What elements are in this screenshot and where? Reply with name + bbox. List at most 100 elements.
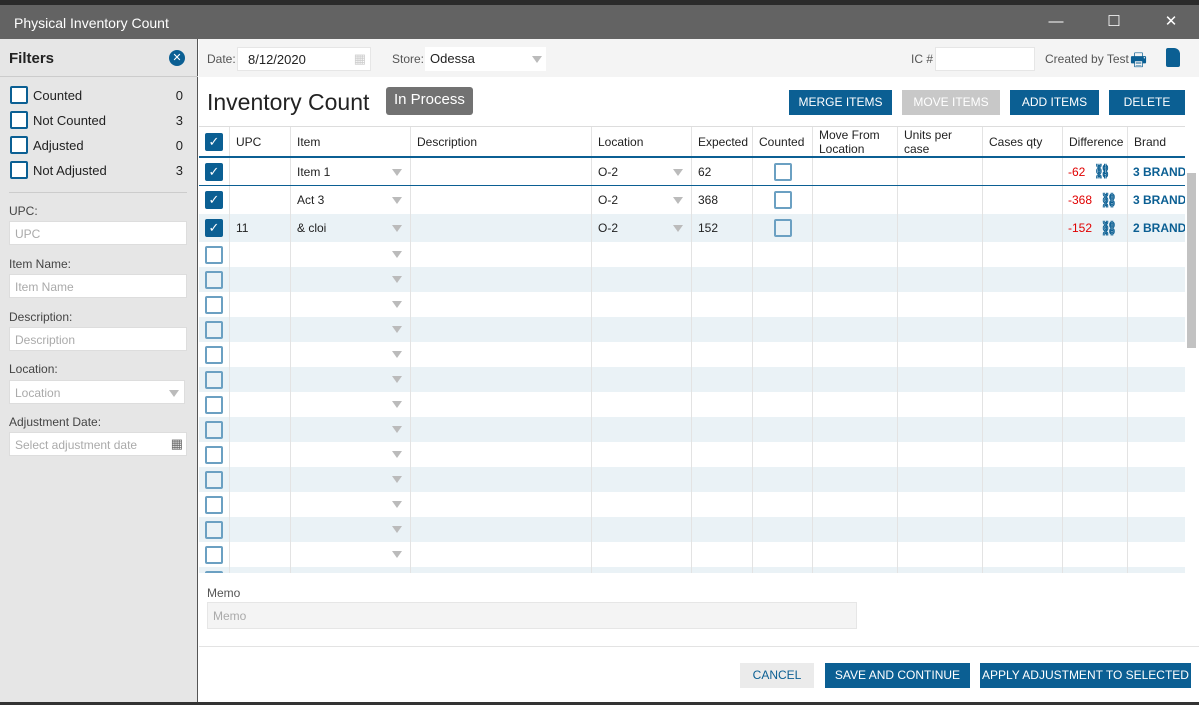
column-header[interactable]: Brand <box>1127 127 1185 156</box>
brand-cell[interactable]: 3 BRAND <box>1127 186 1185 214</box>
row-checkbox[interactable] <box>205 570 223 573</box>
location-select[interactable]: Location <box>9 380 185 404</box>
empty-cell[interactable] <box>290 317 410 342</box>
counted-cell[interactable] <box>752 186 812 214</box>
add-items-button[interactable]: ADD ITEMS <box>1010 90 1099 115</box>
adjustment-date-input[interactable]: Select adjustment date ▦ <box>9 432 187 456</box>
column-header[interactable]: UPC <box>229 127 290 156</box>
empty-cell[interactable] <box>290 342 410 367</box>
column-header[interactable]: Cases qty <box>982 127 1062 156</box>
row-select[interactable] <box>199 267 229 292</box>
column-header[interactable]: Units per case <box>897 127 982 156</box>
row-select[interactable] <box>199 342 229 367</box>
row-checkbox[interactable] <box>205 445 223 464</box>
scrollbar-thumb[interactable] <box>1187 173 1196 348</box>
column-header[interactable]: Counted <box>752 127 812 156</box>
row-checkbox[interactable] <box>205 470 223 489</box>
header-select[interactable]: ✓ <box>199 127 229 156</box>
row-checkbox[interactable] <box>205 545 223 564</box>
row-select[interactable] <box>199 492 229 517</box>
chevron-down-icon[interactable] <box>392 426 402 433</box>
difference-cell[interactable]: -368 ⛓ <box>1062 186 1127 214</box>
empty-cell[interactable] <box>290 492 410 517</box>
chevron-down-icon[interactable] <box>392 197 402 204</box>
upc-input[interactable]: UPC <box>9 221 187 245</box>
upc-cell[interactable] <box>229 158 290 185</box>
column-header[interactable]: Expected <box>691 127 752 156</box>
chevron-down-icon[interactable] <box>392 401 402 408</box>
row-select[interactable]: ✓ <box>199 158 229 185</box>
chevron-down-icon[interactable] <box>673 169 683 176</box>
upc-cell[interactable]: 11 <box>229 214 290 242</box>
row-checkbox[interactable] <box>205 295 223 314</box>
checkbox[interactable] <box>10 86 28 104</box>
row-select[interactable] <box>199 392 229 417</box>
column-header[interactable]: Difference <box>1062 127 1127 156</box>
row-checkbox[interactable] <box>205 495 223 514</box>
cancel-button[interactable]: CANCEL <box>740 663 814 688</box>
upc-cell[interactable] <box>229 186 290 214</box>
item-cell[interactable]: & cloi <box>290 214 410 242</box>
chevron-down-icon[interactable] <box>392 526 402 533</box>
empty-cell[interactable] <box>290 442 410 467</box>
clear-filters-icon[interactable]: ✕ <box>169 50 185 66</box>
unlink-icon[interactable]: ⛓ <box>1100 192 1118 209</box>
row-select[interactable] <box>199 442 229 467</box>
row-select[interactable] <box>199 517 229 542</box>
empty-cell[interactable] <box>290 567 410 573</box>
row-select[interactable] <box>199 317 229 342</box>
chevron-down-icon[interactable] <box>673 225 683 232</box>
row-checkbox[interactable] <box>205 520 223 539</box>
chevron-down-icon[interactable] <box>392 451 402 458</box>
row-checkbox[interactable] <box>205 320 223 339</box>
filter-not-counted[interactable]: Not Counted 3 <box>10 111 188 131</box>
location-cell[interactable]: O-2 <box>591 186 691 214</box>
checkbox[interactable] <box>10 111 28 129</box>
brand-link[interactable]: 3 BRAND <box>1133 193 1185 207</box>
filter-counted[interactable]: Counted 0 <box>10 86 188 106</box>
chevron-down-icon[interactable] <box>392 551 402 558</box>
row-select[interactable] <box>199 292 229 317</box>
column-header[interactable]: Location <box>591 127 691 156</box>
row-select[interactable]: ✓ <box>199 186 229 214</box>
document-icon[interactable] <box>1166 48 1180 67</box>
filter-adjusted[interactable]: Adjusted 0 <box>10 136 188 156</box>
calendar-icon[interactable]: ▦ <box>354 51 366 67</box>
row-select[interactable] <box>199 467 229 492</box>
row-checkbox[interactable] <box>205 420 223 439</box>
date-input[interactable]: 8/12/2020 ▦ <box>237 47 371 71</box>
location-cell[interactable]: O-2 <box>591 214 691 242</box>
unlink-icon[interactable]: ⛓ <box>1100 220 1118 237</box>
row-checkbox[interactable] <box>205 270 223 289</box>
column-header[interactable]: Description <box>410 127 591 156</box>
row-checkbox[interactable] <box>205 370 223 389</box>
row-checkbox[interactable]: ✓ <box>205 162 223 181</box>
ic-input[interactable] <box>935 47 1035 71</box>
save-and-continue-button[interactable]: SAVE AND CONTINUE <box>825 663 970 688</box>
item-cell[interactable]: Item 1 <box>290 158 410 185</box>
chevron-down-icon[interactable] <box>392 351 402 358</box>
row-select[interactable] <box>199 367 229 392</box>
description-cell[interactable] <box>410 186 591 214</box>
expected-cell[interactable]: 368 <box>691 186 752 214</box>
empty-cell[interactable] <box>290 367 410 392</box>
empty-cell[interactable] <box>290 392 410 417</box>
calendar-icon[interactable]: ▦ <box>171 436 183 452</box>
chevron-down-icon[interactable] <box>392 225 402 232</box>
expected-cell[interactable]: 62 <box>691 158 752 185</box>
row-select[interactable]: ✓ <box>199 214 229 242</box>
chevron-down-icon[interactable] <box>392 376 402 383</box>
item-cell[interactable]: Act 3 <box>290 186 410 214</box>
row-checkbox[interactable] <box>205 245 223 264</box>
empty-cell[interactable] <box>290 292 410 317</box>
expected-cell[interactable]: 152 <box>691 214 752 242</box>
empty-cell[interactable] <box>290 467 410 492</box>
chevron-down-icon[interactable] <box>392 301 402 308</box>
filter-not-adjusted[interactable]: Not Adjusted 3 <box>10 161 188 181</box>
checkbox[interactable] <box>10 136 28 154</box>
brand-link[interactable]: 3 BRAND <box>1133 165 1185 179</box>
maximize-button[interactable]: ☐ <box>1099 11 1129 33</box>
column-header[interactable]: Move From Location <box>812 127 897 156</box>
empty-cell[interactable] <box>290 417 410 442</box>
difference-cell[interactable]: -62 ⛓ <box>1062 158 1127 185</box>
